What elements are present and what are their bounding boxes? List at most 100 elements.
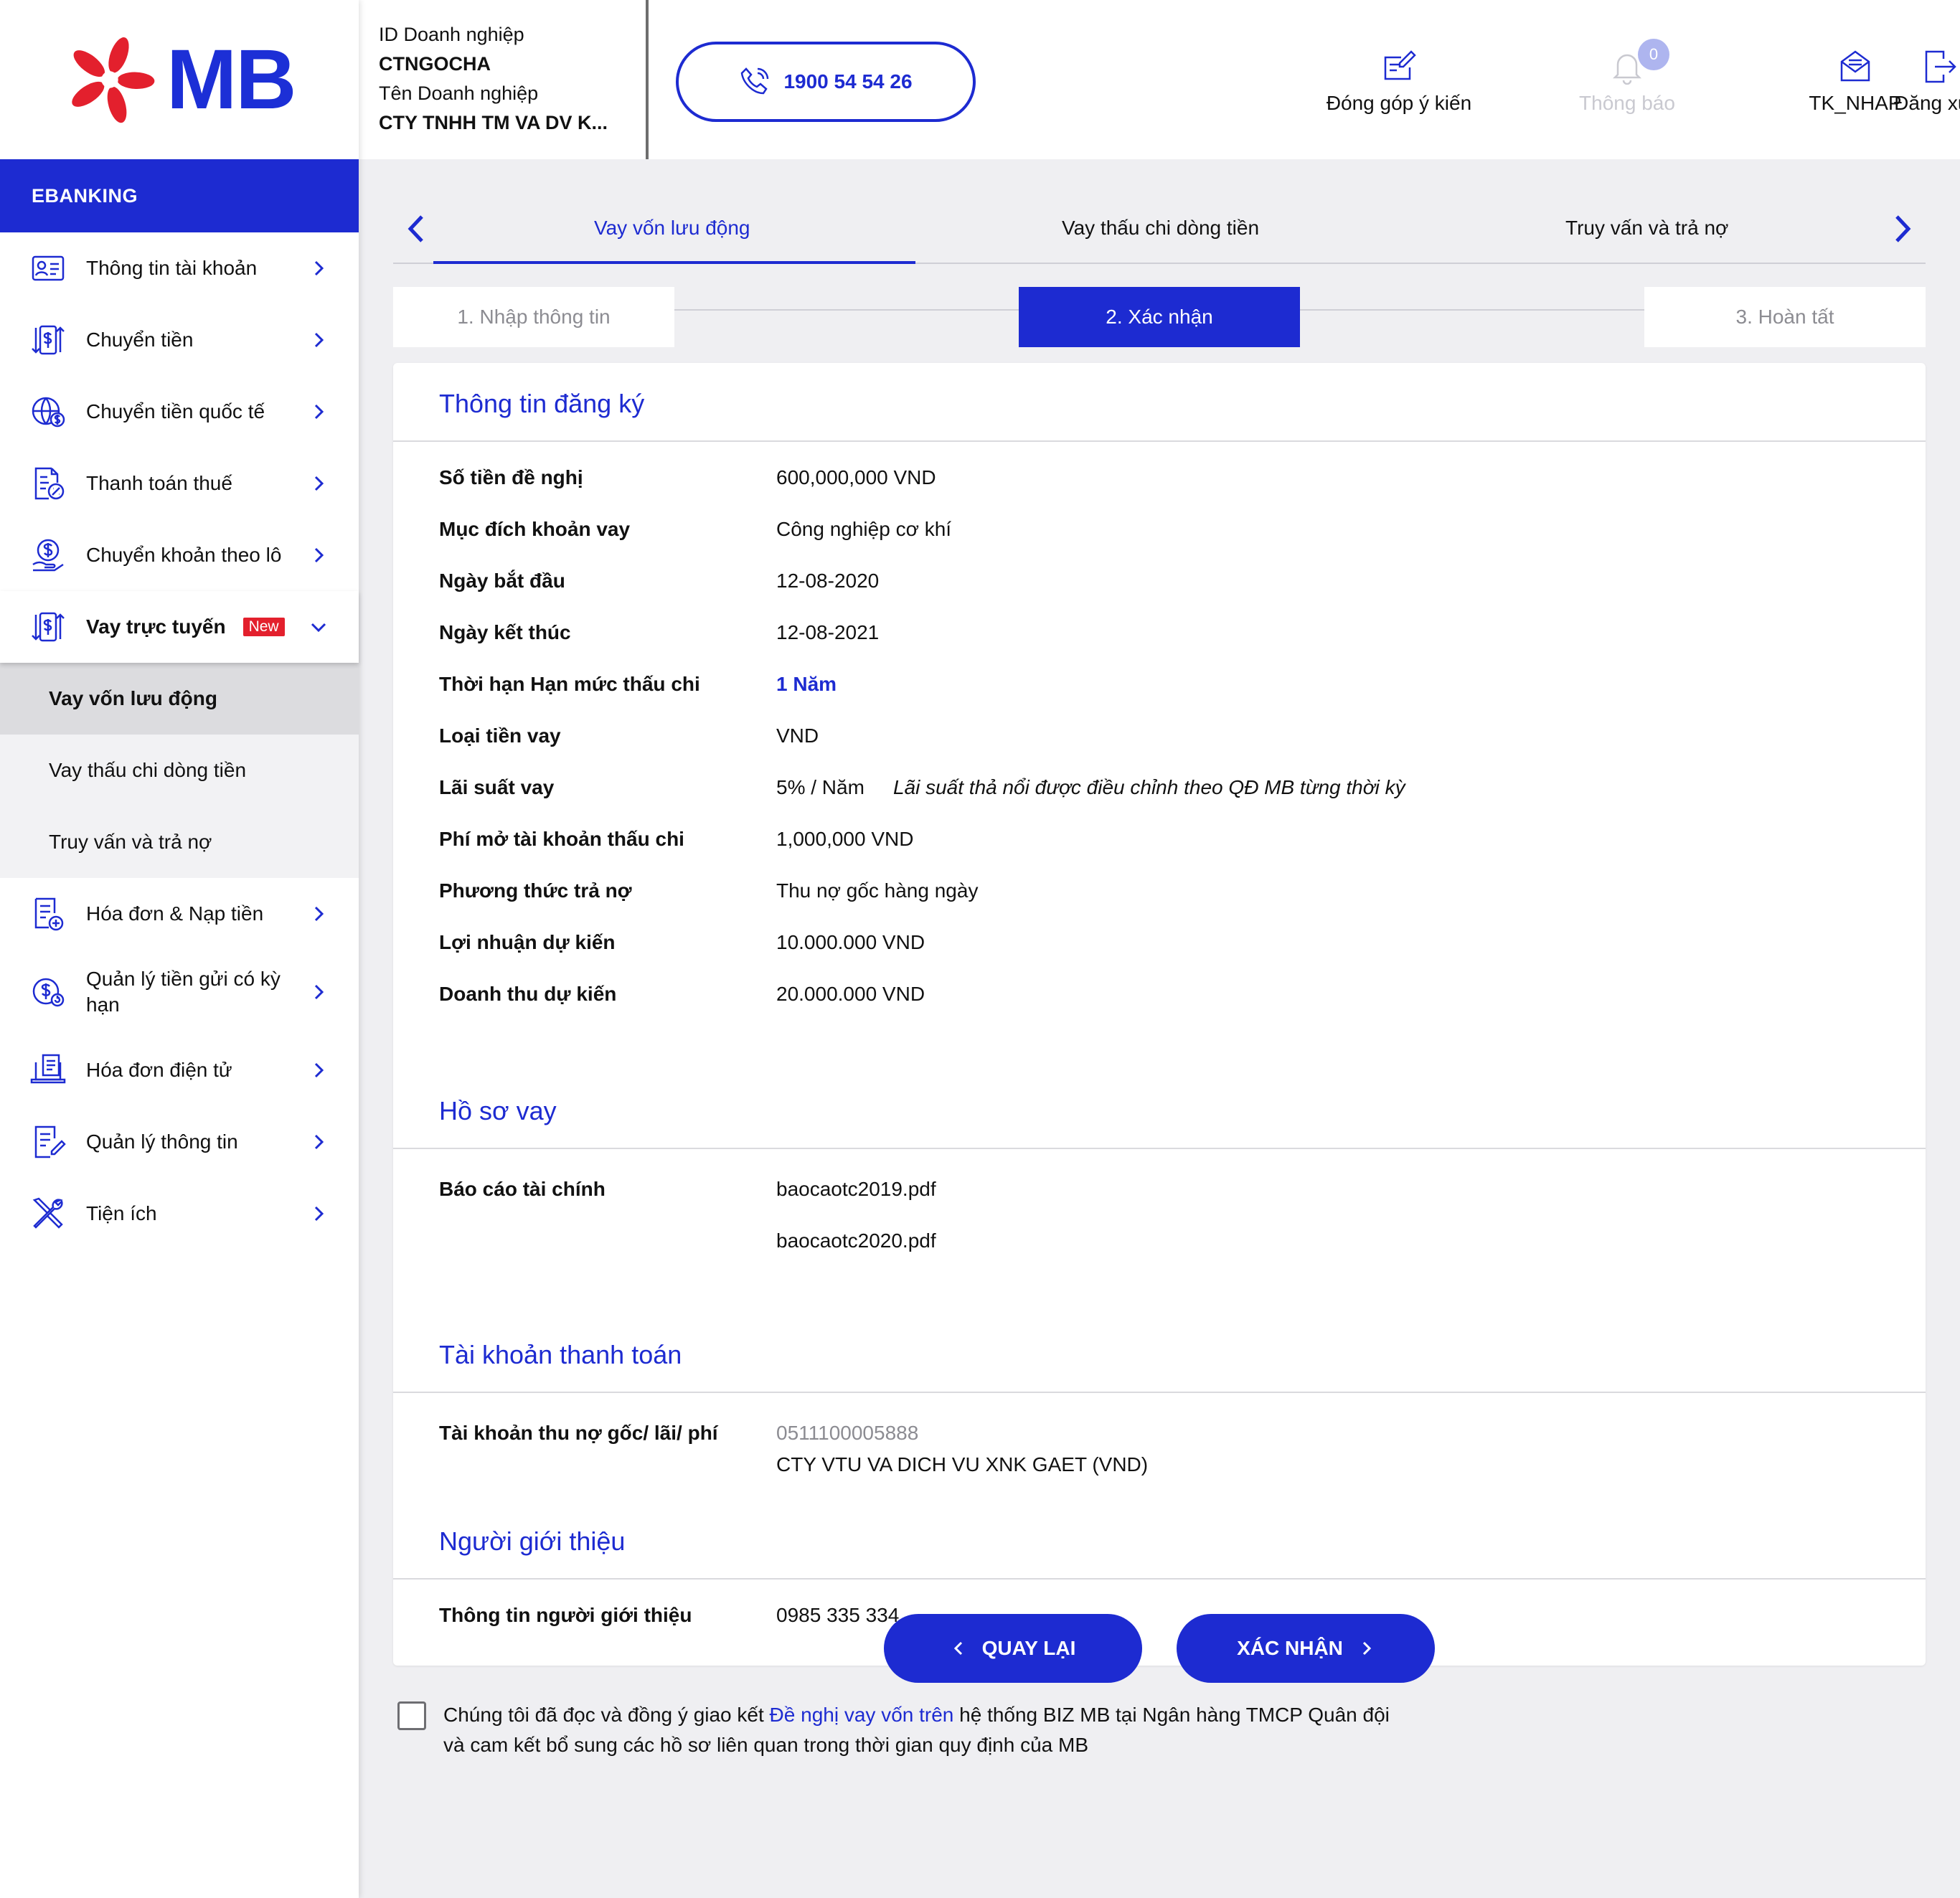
file-link[interactable]: baocaotc2020.pdf [776,1225,1926,1257]
sidebar-item-bills-topup[interactable]: Hóa đơn & Nạp tiền [0,878,359,950]
sidebar-item-label: Quản lý tiền gửi có kỳ hạn [86,968,281,1016]
tools-icon [29,1194,67,1233]
chevron-right-icon [314,984,324,1000]
documents-section-title: Hồ sơ vay [393,1070,1926,1149]
payment-account-rows: Tài khoản thu nợ gốc/ lãi/ phí 051110000… [393,1393,1926,1488]
sidebar-item-label: Chuyển tiền [86,329,194,351]
detail-label: Phí mở tài khoản thấu chi [439,828,684,850]
tabs-prev-arrow-icon[interactable] [402,211,430,247]
sidebar-item-utilities[interactable]: Tiện ích [0,1178,359,1250]
header-divider [646,0,649,159]
detail-label: Ngày bắt đầu [439,570,565,592]
sidebar-item-account-info[interactable]: Thông tin tài khoản [0,232,359,304]
sidebar-item-online-loan[interactable]: Vay trực tuyến New [0,591,359,663]
chevron-right-icon [1362,1641,1372,1656]
detail-label: Lợi nhuận dự kiến [439,931,616,953]
submenu-item-inquiry-repay[interactable]: Truy vấn và trả nợ [0,806,359,878]
mb-logo[interactable]: MB [0,0,359,159]
logout-button[interactable]: Đăng xuất [1832,49,1960,115]
tab-inquiry-repay[interactable]: Truy vấn và trả nợ [1565,217,1728,240]
sidebar-item-label: Thanh toán thuế [86,472,232,494]
sidebar-item-label: Chuyển khoản theo lô [86,544,282,566]
detail-label: Thời hạn Hạn mức thấu chi [439,673,700,695]
loan-proposal-link[interactable]: Đề nghị vay vốn trên [770,1704,954,1726]
chevron-right-icon [314,1062,324,1078]
detail-label: Số tiền đề nghị [439,466,583,488]
hotline-number: 1900 54 54 26 [783,70,913,93]
detail-row: Lãi suất vay 5% / Năm Lãi suất thả nổi đượ… [439,762,1926,813]
company-name-value: CTY TNHH TM VA DV K... [379,112,608,133]
back-button[interactable]: QUAY LẠI [884,1614,1142,1683]
chevron-right-icon [314,476,324,491]
detail-row: Báo cáo tài chính baocaotc2019.pdf baoca… [439,1159,1926,1264]
detail-row: Phương thức trả nợ Thu nợ gốc hàng ngày [439,865,1926,917]
mb-star-logo-icon [72,37,155,123]
transfer-icon [29,321,67,359]
file-link[interactable]: baocaotc2019.pdf [776,1174,1926,1205]
chevron-down-icon [311,623,326,633]
detail-value: 600,000,000 VND [776,466,936,488]
detail-label: Doanh thu dự kiến [439,983,617,1005]
detail-row: Loại tiền vay VND [439,710,1926,762]
referrer-section-title: Người giới thiệu [393,1501,1926,1580]
account-card-icon [29,249,67,288]
confirm-button-label: XÁC NHẬN [1237,1637,1343,1659]
detail-row: Ngày kết thúc 12-08-2021 [439,607,1926,658]
notifications-label: Thông báo [1579,92,1675,114]
interest-rate-value: 5% / Năm Lãi suất thả nổi được điều chỉnh… [776,776,1926,799]
submenu-item-overdraft[interactable]: Vay thấu chi dòng tiền [0,735,359,806]
sidebar-item-e-invoice[interactable]: Hóa đơn điện tử [0,1034,359,1106]
sidebar: MB EBANKING Thông tin tài khoản Chuyển t… [0,0,359,1898]
payment-account-section-title: Tài khoản thanh toán [393,1314,1926,1393]
detail-label: Mục đích khoản vay [439,518,631,540]
sidebar-item-label: Quản lý thông tin [86,1130,238,1153]
sidebar-item-info-management[interactable]: Quản lý thông tin [0,1106,359,1178]
sidebar-item-label: Thông tin tài khoản [86,257,258,279]
tabs-next-arrow-icon[interactable] [1888,211,1917,247]
chevron-right-icon [314,1206,324,1222]
sidebar-item-transfer[interactable]: Chuyển tiền [0,304,359,376]
company-id-label: ID Doanh nghiệp [379,24,524,45]
online-loan-submenu: Vay vốn lưu động Vay thấu chi dòng tiền … [0,663,359,878]
feedback-button[interactable]: Đóng góp ý kiến [1291,49,1507,115]
submenu-item-working-capital[interactable]: Vay vốn lưu động [0,663,359,735]
chevron-right-icon [314,547,324,563]
file-list: baocaotc2019.pdf baocaotc2020.pdf [776,1174,1926,1257]
sidebar-item-tax-payment[interactable]: Thanh toán thuế [0,448,359,519]
detail-value: 1,000,000 VND [776,828,914,850]
agreement-text-line2: và cam kết bổ sung các hồ sơ liên quan t… [443,1734,1089,1756]
detail-row: Số tiền đề nghị 600,000,000 VND [439,452,1926,504]
detail-value: 1 Năm [776,673,837,695]
tax-document-icon [29,464,67,503]
company-id-value: CTNGOCHA [379,53,491,75]
company-info: ID Doanh nghiệp CTNGOCHA Tên Doanh nghiệ… [379,20,647,138]
detail-row: Doanh thu dự kiến 20.000.000 VND [439,968,1926,1020]
agreement-block: Chúng tôi đã đọc và đồng ý giao kết Đề n… [393,1700,1926,1760]
hand-coin-icon [29,536,67,575]
chevron-right-icon [314,260,324,276]
tab-overdraft[interactable]: Vay thấu chi dòng tiền [1062,217,1259,240]
notifications-button[interactable]: 0 Thông báo [1520,39,1735,115]
chevron-left-icon [953,1641,962,1656]
agreement-text-before: Chúng tôi đã đọc và đồng ý giao kết [443,1704,770,1726]
detail-value: 12-08-2021 [776,621,880,643]
detail-row: Thời hạn Hạn mức thấu chi 1 Năm [439,658,1926,710]
sidebar-item-term-deposit[interactable]: Quản lý tiền gửi có kỳ hạn [0,950,359,1034]
progress-stepper: 1. Nhập thông tin 2. Xác nhận 3. Hoàn tấ… [393,264,1926,353]
logout-label: Đăng xuất [1894,92,1960,114]
new-badge: New [242,618,285,636]
chevron-right-icon [314,1134,324,1150]
edit-document-icon [29,1123,67,1161]
hotline-button[interactable]: 1900 54 54 26 [676,42,976,122]
step-complete: 3. Hoàn tất [1644,287,1926,347]
detail-value: 12-08-2020 [776,570,880,592]
sidebar-item-batch-transfer[interactable]: Chuyển khoản theo lô [0,519,359,591]
detail-row: Lợi nhuận dự kiến 10.000.000 VND [439,917,1926,968]
tab-working-capital[interactable]: Vay vốn lưu động [594,217,750,240]
sidebar-item-international-transfer[interactable]: Chuyển tiền quốc tế [0,376,359,448]
agreement-checkbox[interactable] [397,1701,426,1730]
account-name: CTY VTU VA DICH VU XNK GAET (VND) [776,1453,1149,1476]
agreement-text-after: hệ thống BIZ MB tại Ngân hàng TMCP Quân … [953,1704,1390,1726]
agreement-text: Chúng tôi đã đọc và đồng ý giao kết Đề n… [443,1700,1390,1760]
confirm-button[interactable]: XÁC NHẬN [1177,1614,1435,1683]
